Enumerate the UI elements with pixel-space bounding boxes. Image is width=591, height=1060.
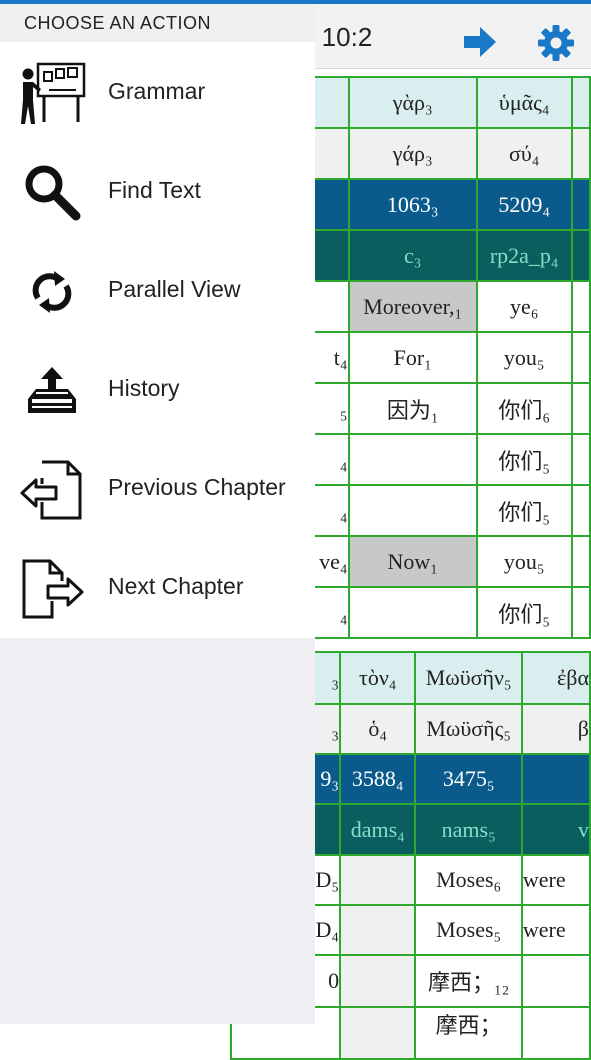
grid-cell <box>570 76 591 129</box>
translation-cell[interactable]: Moreover,₁ <box>347 280 478 333</box>
lemma-cell[interactable]: γάρ₃ <box>347 127 478 180</box>
strong-number-cell[interactable]: 1063₃ <box>347 178 478 231</box>
translation-cell[interactable]: 你们₅ <box>475 484 573 537</box>
menu-item-next-chapter[interactable]: Next Chapter <box>0 539 315 638</box>
grid-cell <box>570 484 591 537</box>
translation-cell[interactable]: For₁ <box>347 331 478 384</box>
grid-cell <box>570 433 591 486</box>
greek-word-cell[interactable]: Μωϋσῆν₅ <box>414 651 523 705</box>
action-drawer: CHOOSE AN ACTION Grammar Find Text Paral… <box>0 4 315 638</box>
translation-cell[interactable] <box>347 484 478 537</box>
translation-cell[interactable]: 摩西；₁₂ <box>414 954 523 1008</box>
translation-cell[interactable] <box>339 1006 417 1060</box>
translation-cell[interactable]: 摩西； <box>414 1006 523 1060</box>
previous-page-icon <box>20 460 82 520</box>
grid-cell <box>570 178 591 231</box>
search-icon <box>25 165 81 221</box>
grid-cell <box>570 331 591 384</box>
menu-item-previous-chapter[interactable]: Previous Chapter <box>0 440 315 539</box>
translation-cell[interactable]: 你们₅ <box>475 586 573 639</box>
morphology-cell[interactable]: rp2a_p₄ <box>475 229 573 282</box>
translation-cell[interactable]: Moses₅ <box>414 904 523 956</box>
greek-word-cell[interactable]: ἐβα <box>520 651 591 705</box>
menu-label-history: History <box>108 375 180 401</box>
greek-word-cell[interactable]: τὸν₄ <box>339 651 417 705</box>
translation-cell[interactable]: 因为₁ <box>347 382 478 435</box>
strong-number-cell[interactable]: 3475₅ <box>414 753 523 805</box>
lemma-cell[interactable]: ὁ₄ <box>339 703 417 755</box>
translation-cell[interactable]: 你们₆ <box>475 382 573 435</box>
menu-label-next-chapter: Next Chapter <box>108 573 244 599</box>
teacher-icon <box>21 62 86 124</box>
translation-cell[interactable] <box>347 433 478 486</box>
translation-cell[interactable] <box>347 586 478 639</box>
lemma-cell[interactable]: σύ₄ <box>475 127 573 180</box>
menu-item-find-text[interactable]: Find Text <box>0 143 315 242</box>
menu-label-previous-chapter: Previous Chapter <box>108 474 286 500</box>
translation-cell[interactable]: Now₁ <box>347 535 478 588</box>
grid-cell <box>570 586 591 639</box>
morphology-cell[interactable]: dams₄ <box>339 803 417 856</box>
next-page-icon <box>22 559 84 619</box>
menu-item-history[interactable]: History <box>0 341 315 440</box>
morphology-cell[interactable]: c₃ <box>347 229 478 282</box>
lemma-cell[interactable]: β <box>520 703 591 755</box>
drawer-dismiss-area[interactable] <box>0 638 315 1024</box>
drawer-heading: CHOOSE AN ACTION <box>24 13 212 33</box>
translation-cell[interactable]: 你们₅ <box>475 433 573 486</box>
translation-cell[interactable]: were <box>520 904 591 956</box>
menu-label-grammar: Grammar <box>108 78 206 104</box>
menu-label-parallel-view: Parallel View <box>108 276 241 302</box>
grid-cell <box>570 229 591 282</box>
translation-cell[interactable]: ye₆ <box>475 280 573 333</box>
menu-label-find-text: Find Text <box>108 177 201 203</box>
translation-cell[interactable]: you₅ <box>475 535 573 588</box>
forward-arrow-icon[interactable] <box>462 24 498 60</box>
strong-number-cell[interactable] <box>520 753 591 805</box>
lemma-cell[interactable]: Μωϋσῆς₅ <box>414 703 523 755</box>
grid-cell <box>570 280 591 333</box>
grid-cell <box>570 127 591 180</box>
sync-icon <box>32 271 72 313</box>
translation-cell[interactable] <box>520 954 591 1008</box>
translation-cell[interactable] <box>520 1006 591 1060</box>
greek-word-cell[interactable]: γὰρ₃ <box>347 76 478 129</box>
grid-cell <box>570 382 591 435</box>
greek-word-cell[interactable]: ὑμᾶς₄ <box>475 76 573 129</box>
translation-cell[interactable] <box>339 904 417 956</box>
drawer-header: CHOOSE AN ACTION <box>0 4 315 42</box>
morphology-cell[interactable]: nams₅ <box>414 803 523 856</box>
menu-item-grammar[interactable]: Grammar <box>0 44 315 143</box>
menu-item-parallel-view[interactable]: Parallel View <box>0 242 315 341</box>
strong-number-cell[interactable]: 5209₄ <box>475 178 573 231</box>
history-tray-icon <box>28 367 76 413</box>
gear-icon[interactable] <box>537 24 575 62</box>
strong-number-cell[interactable]: 3588₄ <box>339 753 417 805</box>
grid-cell <box>570 535 591 588</box>
translation-cell[interactable] <box>339 954 417 1008</box>
translation-cell[interactable]: Moses₆ <box>414 854 523 906</box>
translation-cell[interactable]: were <box>520 854 591 906</box>
morphology-cell[interactable]: v <box>520 803 591 856</box>
translation-cell[interactable] <box>339 854 417 906</box>
translation-cell[interactable]: you₅ <box>475 331 573 384</box>
